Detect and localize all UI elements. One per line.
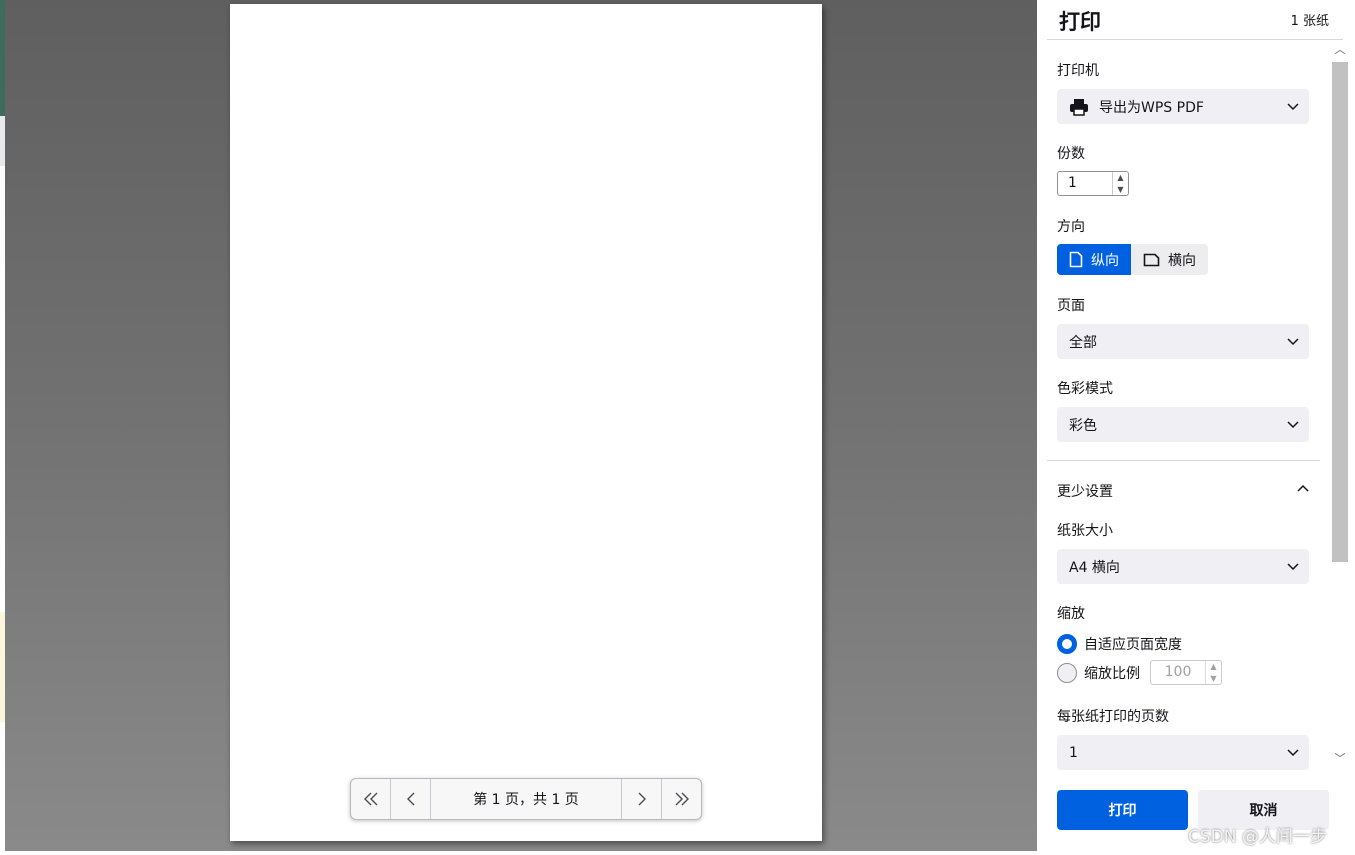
scale-percent-label: 缩放比例 (1084, 665, 1140, 682)
panel-header: 打印 1 张纸 (1047, 0, 1343, 40)
scale-value[interactable]: 100 (1151, 661, 1205, 684)
orientation-toggle: 纵向 横向 (1057, 244, 1208, 275)
less-settings-toggle[interactable]: 更少设置 (1057, 481, 1309, 501)
copies-value[interactable]: 1 (1058, 172, 1112, 195)
double-chevron-left-icon (363, 792, 377, 806)
pages-select[interactable]: 全部 (1057, 324, 1309, 359)
copies-spinner[interactable]: ▲ ▼ (1112, 172, 1128, 195)
chevron-down-icon (1287, 749, 1299, 757)
printer-value: 导出为WPS PDF (1099, 99, 1204, 116)
settings-scrollbar[interactable]: ︿ ﹀ (1330, 40, 1348, 770)
settings-scroll-region[interactable]: 打印机 导出为WPS PDF 份数 1 ▲ ▼ 方向 纵向 横向 页面 全部 色… (1047, 40, 1330, 770)
chevron-down-icon (1287, 338, 1299, 346)
printer-label: 打印机 (1057, 63, 1099, 79)
pages-label: 页面 (1057, 298, 1085, 314)
pages-per-sheet-value: 1 (1069, 744, 1078, 761)
next-page-button[interactable] (621, 779, 661, 819)
sheet-count: 1 张纸 (1290, 14, 1329, 29)
watermark: CSDN @人间一步 (1188, 827, 1327, 847)
chevron-down-icon (1287, 103, 1299, 111)
scale-input[interactable]: 100 ▲ ▼ (1150, 660, 1222, 685)
spin-down-icon[interactable]: ▼ (1113, 184, 1128, 196)
print-button[interactable]: 打印 (1057, 790, 1188, 830)
paper-size-select[interactable]: A4 横向 (1057, 549, 1309, 584)
printer-icon (1070, 98, 1088, 116)
scroll-up-icon[interactable]: ︿ (1333, 43, 1347, 57)
print-preview-area: 第 1 页，共 1 页 (5, 0, 1037, 851)
landscape-page-icon (1143, 253, 1160, 266)
print-settings-panel: 打印 1 张纸 打印机 导出为WPS PDF 份数 1 ▲ ▼ 方向 纵向 横向… (1037, 0, 1355, 851)
scrollbar-thumb[interactable] (1332, 62, 1348, 562)
spin-up-icon[interactable]: ▲ (1206, 661, 1221, 673)
double-chevron-right-icon (675, 792, 689, 806)
preview-page (230, 4, 822, 841)
chevron-right-icon (638, 792, 646, 806)
color-mode-value: 彩色 (1069, 417, 1097, 434)
fit-width-option[interactable]: 自适应页面宽度 (1057, 634, 1182, 654)
paper-size-value: A4 横向 (1069, 559, 1120, 576)
less-settings-label: 更少设置 (1057, 484, 1113, 500)
printer-select[interactable]: 导出为WPS PDF (1057, 89, 1309, 124)
chevron-left-icon (406, 792, 414, 806)
paper-size-label: 纸张大小 (1057, 523, 1113, 539)
chevron-down-icon (1287, 421, 1299, 429)
page-navigator: 第 1 页，共 1 页 (350, 778, 702, 820)
copies-stepper[interactable]: 1 ▲ ▼ (1057, 171, 1129, 196)
fit-width-label: 自适应页面宽度 (1084, 637, 1182, 653)
scale-percent-option[interactable]: 缩放比例 100 ▲ ▼ (1057, 660, 1222, 685)
scale-label: 缩放 (1057, 606, 1085, 622)
spin-up-icon[interactable]: ▲ (1113, 172, 1128, 184)
section-divider (1047, 460, 1320, 461)
previous-page-button[interactable] (391, 779, 431, 819)
first-page-button[interactable] (351, 779, 391, 819)
color-mode-select[interactable]: 彩色 (1057, 407, 1309, 442)
pages-per-sheet-select[interactable]: 1 (1057, 735, 1309, 770)
color-mode-label: 色彩模式 (1057, 381, 1113, 397)
orientation-label: 方向 (1057, 219, 1085, 235)
scale-percent-radio[interactable] (1057, 662, 1077, 683)
landscape-label: 横向 (1168, 252, 1196, 269)
spin-down-icon[interactable]: ▼ (1206, 673, 1221, 685)
fit-width-radio[interactable] (1057, 634, 1077, 654)
chevron-down-icon (1287, 563, 1299, 571)
chevron-up-icon (1297, 484, 1309, 492)
portrait-option[interactable]: 纵向 (1057, 244, 1131, 275)
pages-per-sheet-label: 每张纸打印的页数 (1057, 709, 1169, 725)
scroll-down-icon[interactable]: ﹀ (1333, 752, 1347, 766)
portrait-label: 纵向 (1091, 252, 1119, 269)
copies-label: 份数 (1057, 146, 1085, 162)
pages-value: 全部 (1069, 334, 1097, 351)
last-page-button[interactable] (661, 779, 701, 819)
page-indicator: 第 1 页，共 1 页 (473, 792, 579, 808)
scale-spinner[interactable]: ▲ ▼ (1205, 661, 1221, 684)
portrait-page-icon (1069, 251, 1083, 268)
landscape-option[interactable]: 横向 (1131, 244, 1208, 275)
panel-title: 打印 (1059, 10, 1101, 34)
